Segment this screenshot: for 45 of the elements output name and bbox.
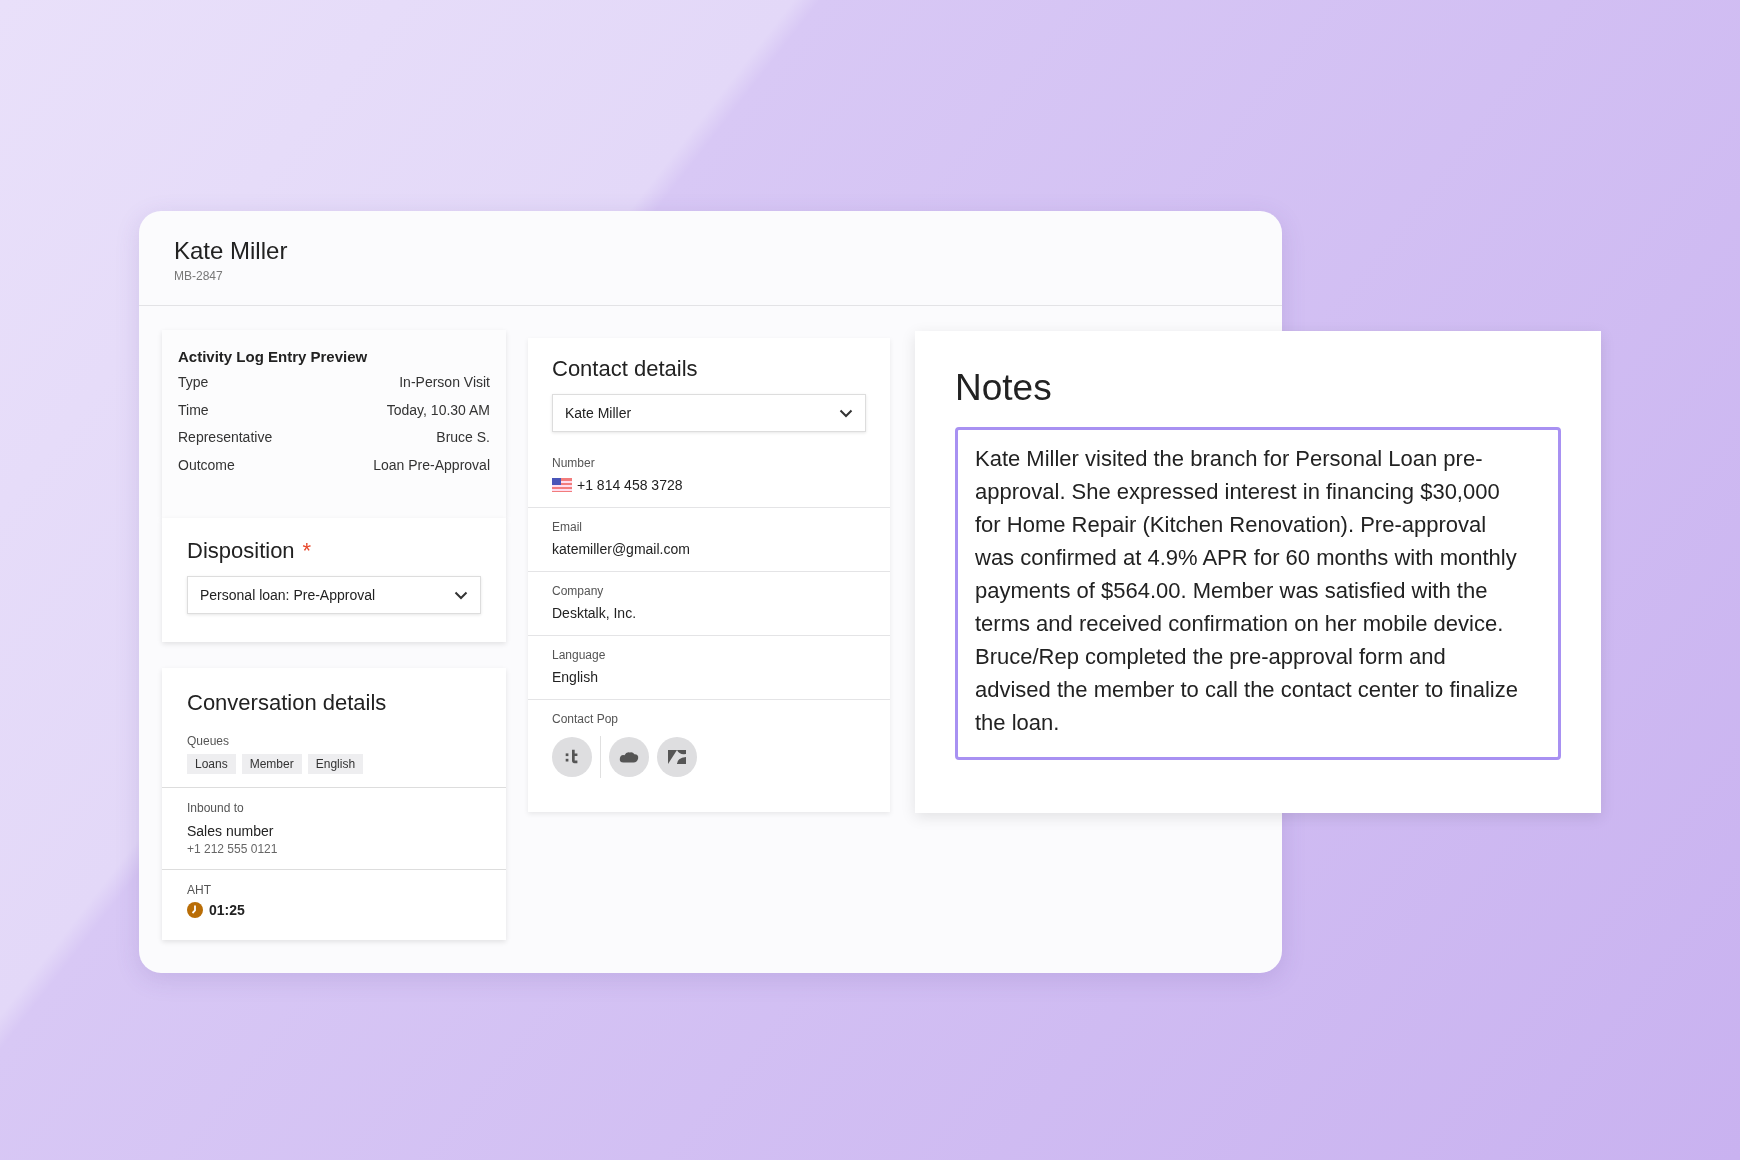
- notes-text-field[interactable]: Kate Miller visited the branch for Personal Loan pre-approval. She expressed interest in financing $30,000 for Home Repair (Kitchen Renovation). Pre-approval was confirmed at 4.9% APR for 60 months with monthly payments of $564.00. Member was satisfied with the terms and received confirmation on her mobile device. Bruce/Rep completed the pre-approval form and advised the member to call the contact center to finalize the loan.: [955, 427, 1561, 760]
- flag-icon: [552, 478, 572, 492]
- field-label: Email: [552, 520, 583, 534]
- field-value: In-Person Visit: [399, 374, 490, 392]
- section-title: Conversation details: [187, 690, 388, 716]
- aht-value: 01:25: [209, 902, 245, 918]
- field-value: katemiller@gmail.com: [552, 541, 690, 557]
- field-label: Inbound to: [187, 801, 245, 815]
- field-label: AHT: [187, 883, 212, 897]
- clock-icon: [187, 902, 203, 918]
- section-title: Disposition: [187, 538, 295, 564]
- field-label: Number: [552, 456, 596, 470]
- field-label: Outcome: [178, 456, 235, 475]
- field-value: Bruce S.: [436, 429, 490, 447]
- field-value: Today, 10.30 AM: [386, 401, 490, 420]
- field-label: Type: [178, 374, 209, 392]
- field-label: Representative: [178, 429, 273, 447]
- field-label: Language: [552, 648, 607, 662]
- queue-tag: Loans: [187, 754, 236, 774]
- inbound-name: Sales number: [187, 823, 275, 839]
- notes-title: Notes: [955, 367, 1053, 409]
- contact-dropdown[interactable]: Kate Miller: [552, 394, 866, 432]
- field-label: Time: [178, 401, 209, 420]
- field-value: Desktalk, Inc.: [552, 605, 637, 621]
- field-label: Contact Pop: [552, 712, 620, 726]
- chevron-down-icon: [454, 590, 468, 600]
- field-value: +1 814 458 3728: [577, 477, 683, 493]
- section-title: Contact details: [552, 356, 699, 382]
- required-mark: *: [302, 538, 312, 564]
- field-value: Loan Pre-Approval: [373, 456, 490, 475]
- field-label: Company: [552, 584, 605, 598]
- app-logo-button[interactable]: [552, 737, 592, 777]
- field-value: English: [552, 669, 598, 685]
- inbound-number: +1 212 555 0121: [187, 842, 279, 856]
- panel-title: Activity Log Entry Preview: [178, 348, 369, 365]
- contact-name: Kate Miller: [174, 237, 289, 265]
- zigzag-logo-button[interactable]: [657, 737, 697, 777]
- field-label: Queues: [187, 734, 231, 748]
- queue-tag: Member: [241, 754, 302, 774]
- zigzag-logo-icon: [667, 748, 687, 766]
- queue-tag: English: [307, 754, 364, 774]
- chevron-down-icon: [839, 408, 853, 418]
- cloud-button[interactable]: [609, 737, 649, 777]
- disposition-dropdown[interactable]: Personal loan: Pre-Approval: [187, 576, 481, 614]
- contact-id: MB-2847: [174, 269, 224, 283]
